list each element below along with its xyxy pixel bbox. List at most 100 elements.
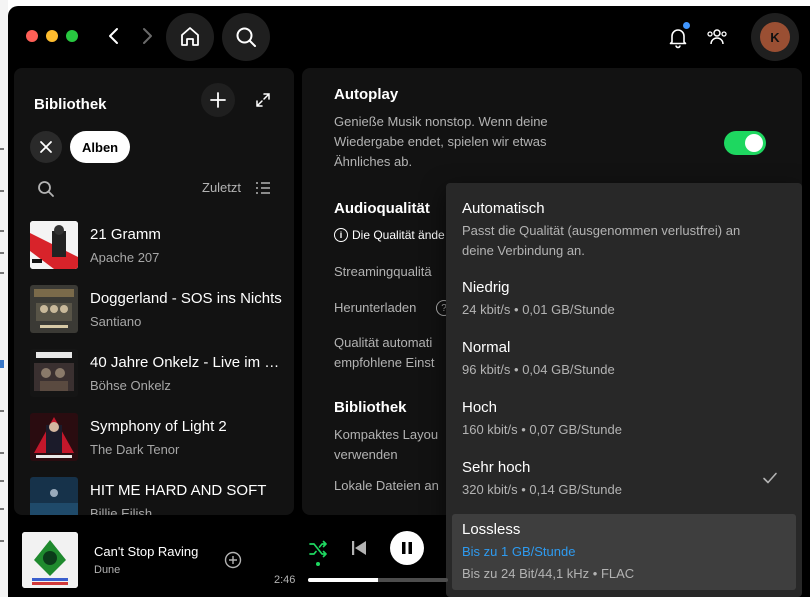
library-item[interactable]: Symphony of Light 2 The Dark Tenor: [30, 413, 290, 465]
option-name: Normal: [462, 339, 511, 356]
compact-layout-label-line-2: verwenden: [334, 447, 398, 462]
option-name: Sehr hoch: [462, 459, 531, 476]
streaming-quality-dropdown: Automatisch Passt die Qualität (ausgenom…: [446, 183, 802, 597]
close-icon: [40, 141, 52, 153]
album-title: Symphony of Light 2: [90, 418, 227, 435]
playback-progress-bar[interactable]: [308, 578, 448, 582]
home-icon: [181, 27, 199, 46]
library-search-icon[interactable]: [36, 179, 56, 199]
option-description: Passt die Qualität (ausgenommen verlustf…: [462, 223, 741, 238]
chevron-right-icon: [143, 28, 152, 44]
option-description: 96 kbit/s • 0,04 GB/Stunde: [462, 362, 615, 377]
chevron-left-icon: [109, 28, 118, 44]
expand-library-button[interactable]: [252, 89, 274, 111]
album-artist: Böhse Onkelz: [90, 378, 171, 393]
compact-layout-label-line-1: Kompaktes Layou: [334, 427, 439, 442]
library-sort-button[interactable]: Zuletzt: [202, 180, 241, 195]
option-description: 320 kbit/s • 0,14 GB/Stunde: [462, 482, 622, 497]
option-name: Hoch: [462, 399, 498, 416]
album-artist: The Dark Tenor: [90, 442, 180, 457]
quality-option-very-high[interactable]: Sehr hoch 320 kbit/s • 0,14 GB/Stunde: [452, 458, 796, 500]
album-cover: [30, 477, 78, 515]
album-cover: [30, 285, 78, 333]
option-name: Automatisch: [462, 200, 545, 217]
window-close-button[interactable]: [26, 30, 38, 42]
option-description: deine Verbindung an.: [462, 243, 585, 258]
spotify-window: K Bibliothek Alben Zuletzt 21 Gramm Apac…: [8, 6, 810, 597]
expand-icon: [256, 93, 270, 107]
option-name: Niedrig: [462, 279, 510, 296]
shuffle-active-dot: [316, 562, 320, 566]
shuffle-icon[interactable]: [308, 539, 328, 559]
auto-quality-label-line-1: Qualität automati: [334, 335, 433, 350]
info-icon: i: [334, 228, 348, 242]
create-playlist-button[interactable]: [201, 83, 235, 117]
previous-track-icon[interactable]: [350, 539, 368, 557]
album-title: 21 Gramm: [90, 226, 161, 243]
library-item[interactable]: HIT ME HARD AND SOFT Billie Eilish: [30, 477, 290, 515]
album-title: HIT ME HARD AND SOFT: [90, 482, 267, 499]
autoplay-heading: Autoplay: [334, 86, 399, 103]
home-button[interactable]: [166, 13, 214, 61]
add-to-library-icon[interactable]: [224, 551, 242, 569]
album-title: Doggerland - SOS ins Nichts: [90, 290, 282, 307]
profile-button[interactable]: K: [751, 13, 799, 61]
playback-progress-fill: [308, 578, 378, 582]
album-artist: Apache 207: [90, 250, 160, 265]
window-maximize-button[interactable]: [66, 30, 78, 42]
window-minimize-button[interactable]: [46, 30, 58, 42]
friend-activity-icon[interactable]: [705, 25, 729, 49]
download-quality-label: Herunterladen: [334, 300, 417, 315]
forward-button[interactable]: [135, 24, 159, 48]
library-item[interactable]: 21 Gramm Apache 207: [30, 221, 290, 273]
background-window-edge: [0, 0, 8, 597]
auto-quality-label-line-2: empfohlene Einst: [334, 355, 435, 370]
option-description: Bis zu 24 Bit/44,1 kHz • FLAC: [462, 566, 635, 581]
elapsed-time: 2:46: [274, 574, 296, 586]
now-playing-title[interactable]: Can't Stop Raving: [94, 544, 198, 559]
album-cover: [30, 349, 78, 397]
quality-option-normal[interactable]: Normal 96 kbit/s • 0,04 GB/Stunde: [452, 338, 796, 380]
quality-option-low[interactable]: Niedrig 24 kbit/s • 0,01 GB/Stunde: [452, 278, 796, 320]
album-artist: Santiano: [90, 314, 142, 329]
library-title: Bibliothek: [34, 96, 107, 113]
option-highlight: Bis zu 1 GB/Stunde: [462, 544, 576, 559]
quality-option-automatic[interactable]: Automatisch Passt die Qualität (ausgenom…: [452, 199, 796, 261]
quality-option-lossless[interactable]: Lossless Bis zu 1 GB/Stunde Bis zu 24 Bi…: [452, 514, 796, 590]
library-settings-heading: Bibliothek: [334, 399, 407, 416]
option-description: 160 kbit/s • 0,07 GB/Stunde: [462, 422, 622, 437]
notification-dot: [683, 22, 690, 29]
autoplay-description-line-3: Ähnliches ab.: [334, 154, 413, 169]
streaming-quality-label: Streamingqualitä: [334, 264, 432, 279]
plus-icon: [210, 92, 226, 108]
autoplay-toggle[interactable]: [724, 131, 766, 155]
back-button[interactable]: [102, 24, 126, 48]
pause-button[interactable]: [390, 531, 424, 565]
album-cover: [30, 413, 78, 461]
now-playing-cover[interactable]: [22, 532, 78, 588]
audio-quality-heading: Audioqualität: [334, 200, 430, 217]
pause-icon: [402, 542, 412, 554]
clear-filter-button[interactable]: [30, 131, 62, 163]
album-title: 40 Jahre Onkelz - Live im Waldstadion: [90, 354, 286, 371]
option-name: Lossless: [462, 521, 521, 538]
search-button[interactable]: [222, 13, 270, 61]
library-item[interactable]: 40 Jahre Onkelz - Live im Waldstadion Bö…: [30, 349, 290, 401]
list-view-icon[interactable]: [255, 180, 271, 196]
check-icon: [763, 472, 777, 484]
autoplay-description-line-1: Genieße Musik nonstop. Wenn deine: [334, 114, 548, 129]
now-playing-artist[interactable]: Dune: [94, 564, 120, 576]
library-item[interactable]: Doggerland - SOS ins Nichts Santiano: [30, 285, 290, 337]
album-artist: Billie Eilish: [90, 506, 153, 515]
option-description: 24 kbit/s • 0,01 GB/Stunde: [462, 302, 615, 317]
audio-quality-info: i Die Qualität ände: [334, 228, 445, 242]
audio-quality-info-text: Die Qualität ände: [352, 228, 445, 242]
library-panel: Bibliothek Alben Zuletzt 21 Gramm Apache…: [14, 68, 294, 515]
filter-chip-albums[interactable]: Alben: [70, 131, 131, 163]
quality-option-high[interactable]: Hoch 160 kbit/s • 0,07 GB/Stunde: [452, 398, 796, 440]
album-cover: [30, 221, 78, 269]
search-icon: [236, 27, 256, 47]
local-files-label: Lokale Dateien an: [334, 478, 439, 493]
autoplay-description-line-2: Wiedergabe endet, spielen wir etwas: [334, 134, 547, 149]
avatar: K: [760, 22, 790, 52]
